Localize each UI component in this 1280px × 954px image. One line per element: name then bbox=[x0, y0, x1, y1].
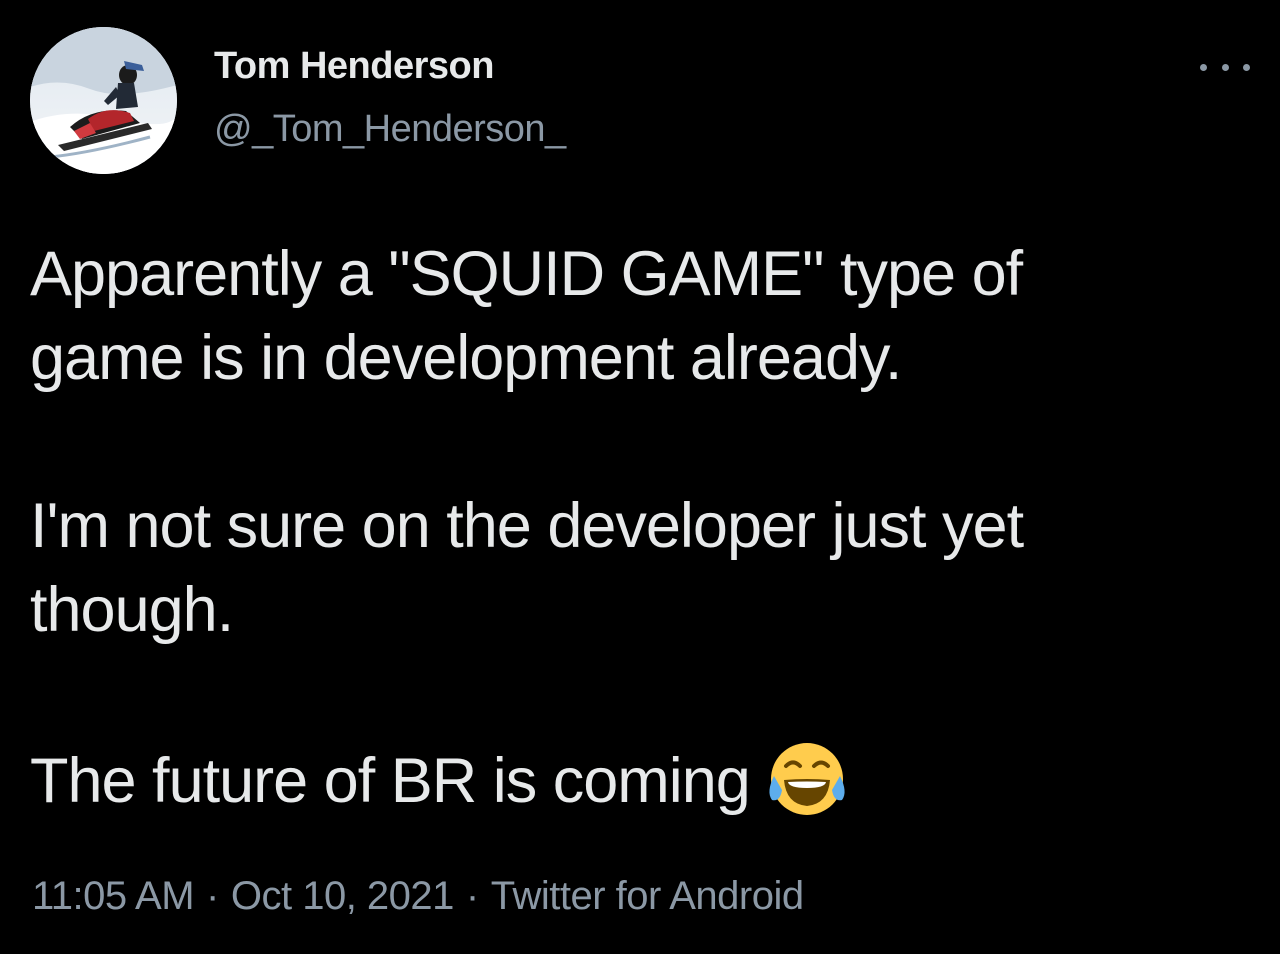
tweet-text-line-with-emoji: The future of BR is coming bbox=[30, 736, 1250, 820]
author-display-name[interactable]: Tom Henderson bbox=[214, 45, 494, 88]
meta-separator: · bbox=[206, 874, 219, 918]
meta-separator: · bbox=[465, 874, 479, 918]
author-handle[interactable]: @_Tom_Henderson_ bbox=[214, 108, 566, 151]
more-horizontal-icon-dot bbox=[1221, 63, 1229, 71]
tweet-date[interactable]: Oct 10, 2021 bbox=[231, 874, 455, 918]
tweet-text-line: game is in development already. bbox=[30, 323, 902, 393]
tweet-metadata: 11:05 AM · Oct 10, 2021 · Twitter for Androi… bbox=[32, 874, 804, 919]
face-with-tears-of-joy-icon bbox=[769, 743, 845, 815]
avatar[interactable] bbox=[30, 27, 177, 174]
tweet-text-line: The future of BR is coming bbox=[30, 746, 751, 816]
more-horizontal-icon bbox=[1200, 63, 1207, 71]
snowmobile-avatar-icon bbox=[30, 27, 177, 174]
tweet-card: Tom Henderson @_Tom_Henderson_ Apparentl… bbox=[0, 0, 1280, 954]
tweet-source-link[interactable]: Twitter for Android bbox=[491, 874, 804, 918]
tweet-text-line: Apparently a "SQUID GAME" type of bbox=[30, 239, 1023, 309]
tweet-time[interactable]: 11:05 AM bbox=[32, 874, 195, 918]
tweet-text-line: I'm not sure on the developer just yet bbox=[30, 491, 1024, 561]
tweet-text-line: though. bbox=[30, 575, 234, 645]
tweet-text: Apparently a "SQUID GAME" type of game i… bbox=[30, 232, 1250, 820]
more-options-button[interactable] bbox=[1198, 52, 1252, 82]
more-horizontal-icon-dot bbox=[1243, 63, 1250, 71]
